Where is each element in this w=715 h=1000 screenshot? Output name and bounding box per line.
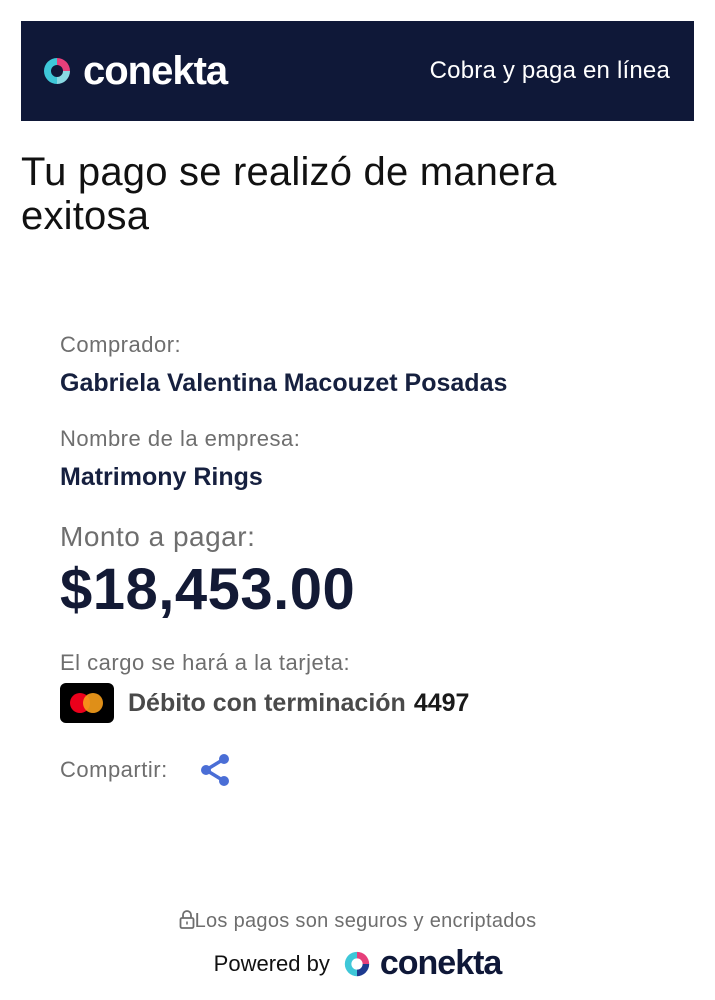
powered-text: Powered by [213, 950, 330, 976]
mastercard-icon [60, 683, 114, 723]
secure-text: Los pagos son seguros y encriptados [194, 910, 537, 932]
share-row: Compartir: [60, 752, 232, 788]
header-bar: conekta Cobra y paga en línea [21, 21, 694, 121]
card-label: El cargo se hará a la tarjeta: [60, 650, 351, 675]
powered-by: Powered by conekta [0, 944, 715, 983]
share-label: Compartir: [60, 757, 168, 782]
company-label: Nombre de la empresa: [60, 426, 301, 451]
brand-logo: conekta [41, 49, 228, 93]
brand-name: conekta [83, 49, 228, 93]
conekta-logo-icon [44, 58, 70, 84]
buyer-label: Comprador: [60, 332, 182, 357]
secure-note: Los pagos son seguros y encriptados [0, 909, 715, 933]
header-tagline: Cobra y paga en línea [429, 57, 670, 84]
share-icon[interactable] [198, 752, 232, 788]
powered-brand: conekta [379, 944, 502, 982]
page-title: Tu pago se realizó de manera exitosa [21, 150, 557, 238]
conekta-logo-icon [344, 951, 370, 976]
buyer-value: Gabriela Valentina Macouzet Posadas [60, 369, 508, 397]
amount-label: Monto a pagar: [60, 521, 256, 552]
card-info: Débito con terminación 4497 [60, 683, 469, 723]
company-value: Matrimony Rings [60, 463, 263, 491]
card-description: Débito con terminación [128, 688, 406, 717]
amount-value: $18,453.00 [60, 557, 356, 622]
card-last-digits: 4497 [413, 688, 470, 717]
lock-icon [179, 910, 194, 929]
